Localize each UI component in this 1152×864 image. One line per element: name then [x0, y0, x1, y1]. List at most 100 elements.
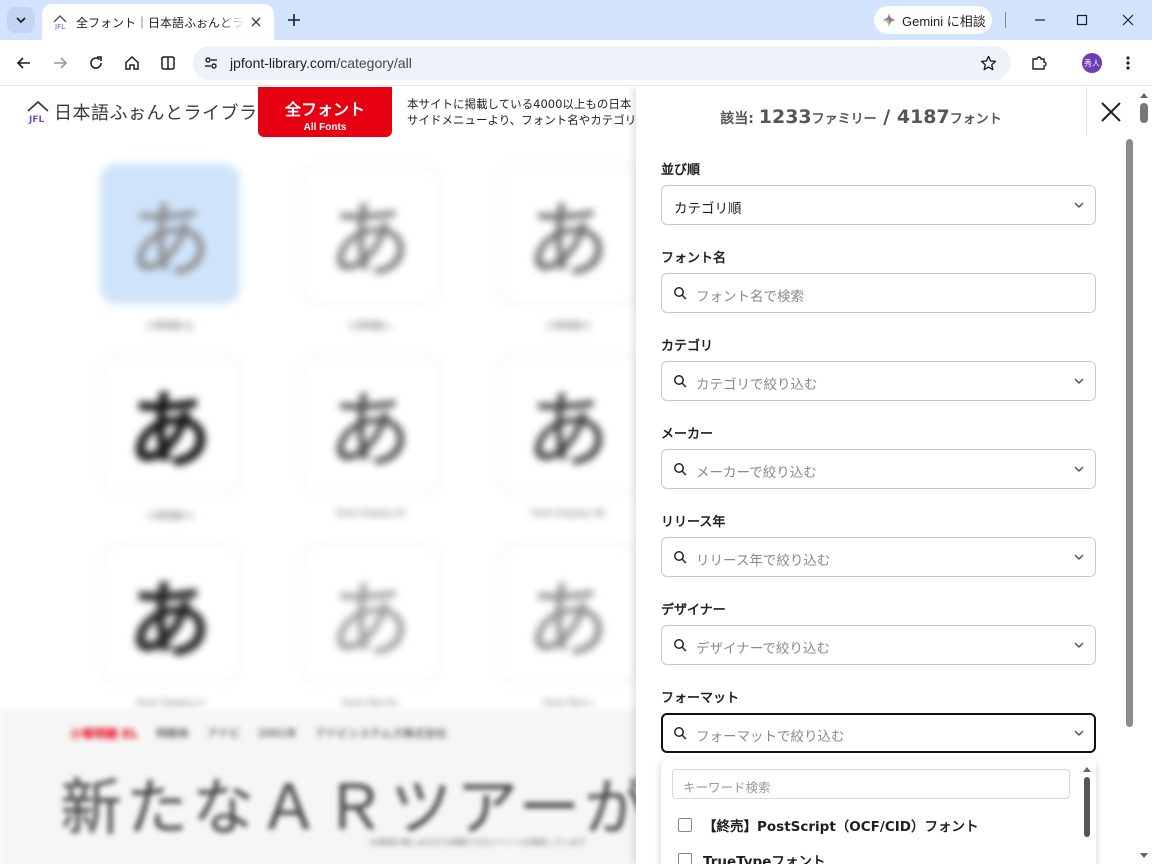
banner-meta-row: 小塚明朝 EL 明朝体 アドビ 2001年 アドビシステムズ株式会社 — [70, 725, 447, 742]
page-scrollbar[interactable] — [1136, 87, 1152, 864]
font-card[interactable]: あ — [300, 164, 440, 304]
new-tab-button[interactable] — [282, 8, 306, 32]
font-card-caption: Tsuki Text L — [542, 699, 594, 709]
url-text: jpfont-library.com/category/all — [230, 55, 412, 71]
font-card-caption: Tsuki Display M — [335, 509, 405, 519]
chevron-down-icon — [1071, 637, 1087, 653]
more-vertical-icon — [1126, 56, 1130, 70]
format-placeholder: フォーマットで絞り込む — [696, 729, 845, 745]
back-button[interactable] — [12, 51, 36, 75]
home-button[interactable] — [120, 51, 144, 75]
release-year-placeholder: リリース年で絞り込む — [696, 553, 831, 569]
minimize-button[interactable] — [1027, 8, 1053, 32]
font-card-caption: Tsuki Display H — [136, 699, 204, 709]
font-card[interactable]: あ — [498, 354, 638, 494]
dropdown-scrollbar[interactable] — [1082, 765, 1092, 864]
scroll-up-arrow-icon[interactable] — [1139, 90, 1149, 100]
category-filter-select[interactable]: カテゴリで絞り込む — [661, 361, 1096, 401]
window-controls-divider — [1005, 12, 1006, 28]
family-count: 1233 — [758, 106, 812, 128]
keyword-search-placeholder: キーワード検索 — [683, 780, 771, 795]
header-divider — [1086, 87, 1087, 135]
close-drawer-button[interactable] — [1098, 99, 1124, 125]
format-option[interactable]: TrueTypeフォント — [678, 850, 825, 864]
sort-select[interactable]: カテゴリ順 — [661, 185, 1096, 225]
forward-button[interactable] — [48, 51, 72, 75]
drawer-scrollbar-thumb[interactable] — [1126, 139, 1133, 727]
font-count: 4187 — [896, 106, 950, 128]
gemini-label: Gemini に相談 — [902, 13, 986, 29]
sort-label: 並び順 — [661, 163, 701, 178]
maker-filter-select[interactable]: メーカーで絞り込む — [661, 449, 1096, 489]
format-filter-select[interactable]: フォーマットで絞り込む — [661, 713, 1096, 753]
tab-search-button[interactable] — [7, 7, 35, 33]
font-name-search-input[interactable]: フォント名で検索 — [661, 273, 1096, 313]
result-separator: / — [876, 106, 897, 128]
banner-headline: 新たなＡＲツアーが開 — [60, 771, 640, 844]
profile-avatar[interactable]: 秀人 — [1082, 53, 1102, 73]
chevron-down-icon — [1071, 461, 1087, 477]
maximize-button[interactable] — [1069, 8, 1095, 32]
banner-tag: 明朝体 — [156, 727, 190, 740]
font-card[interactable]: あ — [100, 354, 240, 494]
checkbox[interactable] — [678, 853, 692, 864]
reload-button[interactable] — [84, 51, 108, 75]
format-label: フォーマット — [661, 691, 740, 706]
drawer-scrollbar[interactable] — [1124, 139, 1134, 729]
search-icon — [672, 549, 688, 565]
font-card[interactable]: あ — [300, 354, 440, 494]
puzzle-piece-icon — [1032, 56, 1047, 70]
font-name-label: フォント名 — [661, 251, 727, 266]
browser-tab[interactable]: JFL 全フォント｜日本語ふぉんとライブラリ — [42, 4, 274, 40]
reload-icon — [90, 56, 102, 69]
site-logo[interactable]: JFL 日本語ふぉんとライブラリ — [26, 99, 276, 125]
dropdown-scrollbar-thumb[interactable] — [1084, 777, 1090, 837]
search-icon — [672, 725, 688, 741]
font-card[interactable]: あ — [100, 164, 240, 304]
chevron-down-icon — [1071, 549, 1087, 565]
arrow-left-icon — [16, 57, 30, 69]
bookmark-star-icon[interactable] — [979, 54, 997, 72]
page-scrollbar-thumb[interactable] — [1140, 103, 1148, 123]
url-domain: jpfont-library.com — [230, 55, 337, 71]
close-window-button[interactable] — [1115, 8, 1141, 32]
keyword-search-input[interactable]: キーワード検索 — [672, 769, 1070, 799]
search-icon — [672, 285, 688, 301]
font-name-placeholder: フォント名で検索 — [696, 289, 804, 305]
font-card[interactable]: あ — [498, 164, 638, 304]
all-fonts-nav-button[interactable]: 全フォント All Fonts — [258, 87, 392, 137]
address-bar[interactable]: jpfont-library.com/category/all — [193, 46, 1011, 80]
chevron-down-icon — [1071, 373, 1087, 389]
gemini-button[interactable]: Gemini に相談 — [874, 6, 992, 34]
search-icon — [672, 373, 688, 389]
format-option[interactable]: 【終売】PostScript（OCF/CID）フォント — [678, 815, 978, 835]
designer-filter-select[interactable]: デザイナーで絞り込む — [661, 625, 1096, 665]
gemini-sparkle-icon — [882, 13, 896, 27]
checkbox[interactable] — [678, 818, 692, 832]
release-year-filter-select[interactable]: リリース年で絞り込む — [661, 537, 1096, 577]
split-view-button[interactable] — [156, 51, 180, 75]
search-icon — [672, 461, 688, 477]
scroll-down-arrow-icon[interactable] — [1139, 851, 1149, 861]
result-prefix: 該当: — [720, 111, 759, 127]
home-icon — [125, 55, 139, 70]
font-card-caption: Tsuki Display SB — [531, 509, 605, 519]
extensions-button[interactable] — [1027, 51, 1051, 75]
tab-close-icon[interactable] — [248, 14, 264, 30]
tab-title: 全フォント｜日本語ふぉんとライブラリ — [76, 15, 244, 30]
designer-placeholder: デザイナーで絞り込む — [696, 641, 830, 657]
font-card[interactable]: あ — [498, 544, 638, 684]
url-path: /category/all — [336, 55, 412, 71]
designer-label: デザイナー — [661, 603, 726, 618]
site-info-icon[interactable] — [202, 54, 220, 72]
chevron-down-icon — [1071, 197, 1087, 213]
font-card[interactable]: あ — [300, 544, 440, 684]
chevron-down-icon — [16, 17, 26, 24]
svg-text:JFL: JFL — [28, 115, 44, 124]
chevron-down-icon — [1071, 725, 1087, 741]
site-logo-text: 日本語ふぉんとライブラリ — [54, 103, 276, 124]
browser-menu-button[interactable] — [1116, 51, 1140, 75]
font-card[interactable]: あ — [100, 544, 240, 684]
plus-icon — [288, 14, 300, 26]
maker-label: メーカー — [661, 427, 714, 442]
